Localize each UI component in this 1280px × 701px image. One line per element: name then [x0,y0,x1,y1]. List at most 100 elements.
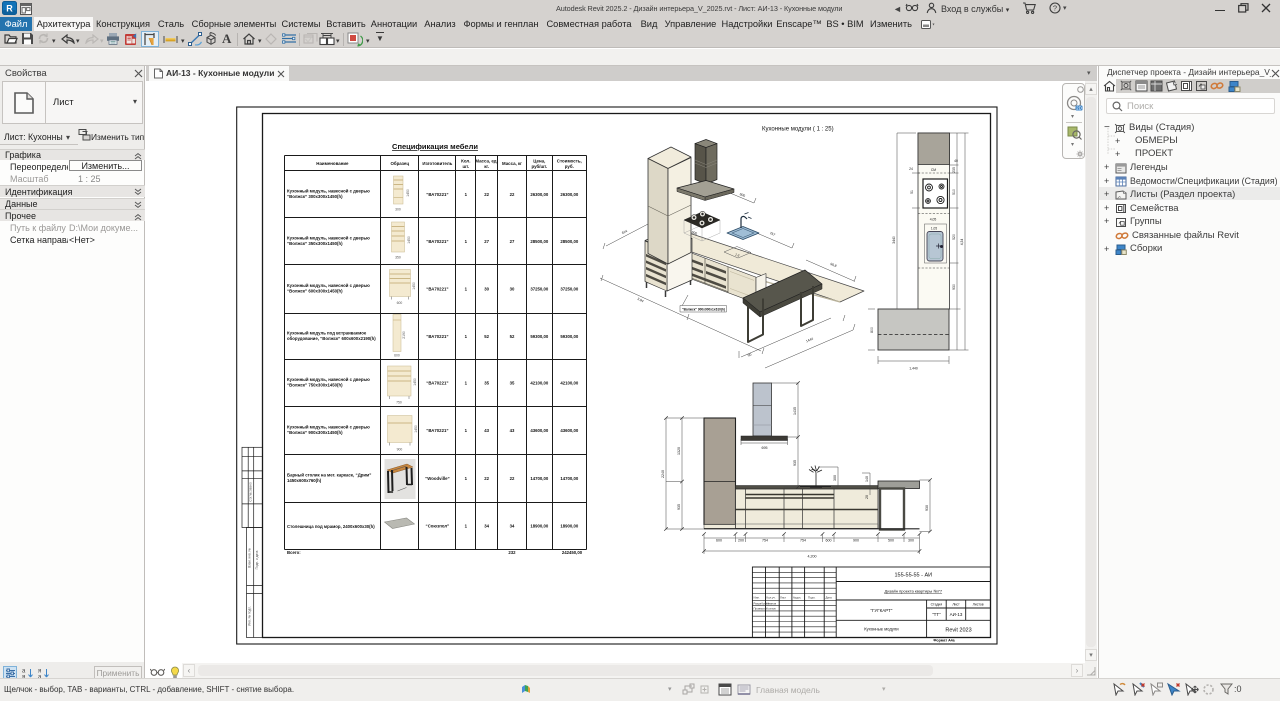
svg-text:24: 24 [909,167,913,171]
svg-text:Подп.: Подп. [808,596,816,600]
svg-text:2190: 2190 [402,331,406,339]
svg-text:Козлов: Козлов [767,607,777,611]
svg-text:232: 232 [508,550,516,555]
svg-text:600: 600 [716,539,722,543]
svg-text:шт.: шт. [462,164,469,169]
svg-text:?: ? [1053,4,1057,13]
svg-text:35: 35 [510,381,515,386]
svg-text:34: 34 [510,524,515,529]
svg-text:750: 750 [396,401,402,405]
svg-text:Кухонный модуль, навесной с дв: Кухонный модуль, навесной с дверью [287,377,370,382]
svg-text:Спецификация мебели: Спецификация мебели [392,142,478,151]
svg-text:“ВА70221”: “ВА70221” [426,334,448,339]
svg-text:руб.: руб. [565,164,574,169]
svg-text:900: 900 [397,448,403,452]
svg-text:1450: 1450 [406,189,410,197]
svg-text:37250,00: 37250,00 [560,287,579,292]
svg-text:“ВА70221”: “ВА70221” [426,239,448,244]
svg-text:28500,00: 28500,00 [530,239,549,244]
svg-text:“Волжск” 300х300х1450(h): “Волжск” 300х300х1450(h) [287,194,343,199]
svg-text:“Волжск” 750х300х1450(h): “Волжск” 750х300х1450(h) [287,383,343,388]
svg-text:37250,00: 37250,00 [530,287,549,292]
svg-text:1450: 1450 [412,282,416,290]
svg-text:40: 40 [954,159,958,163]
svg-text:Подп. и дата: Подп. и дата [255,550,259,569]
svg-text:Кол.: Кол. [461,159,470,164]
svg-text:“ВА70221”: “ВА70221” [426,287,448,292]
svg-text:1,440: 1,440 [909,367,918,371]
svg-text:“ГУГКАРТ”: “ГУГКАРТ” [870,608,892,613]
svg-text:Кухонный модуль, навесной с дв: Кухонный модуль, навесной с дверью [287,283,370,288]
svg-text:600: 600 [397,301,403,305]
svg-text:22: 22 [484,476,489,481]
svg-text:43: 43 [510,428,515,433]
svg-text:350: 350 [395,256,401,260]
svg-text:Образец: Образец [391,161,410,166]
svg-text:“ТТ”: “ТТ” [932,612,941,617]
svg-text:№док.: №док. [793,596,801,600]
svg-text:Кухонный модуль, навесной с дв: Кухонный модуль, навесной с дверью [287,425,370,430]
svg-text:34: 34 [484,524,489,529]
svg-text:Дата: Дата [826,596,833,600]
svg-text:3440: 3440 [892,236,896,244]
svg-text:кг.: кг. [484,164,489,169]
svg-text:300: 300 [395,208,401,212]
svg-text:Лист: Лист [780,596,787,600]
svg-text:оборудование, “Волжск” 600х60: оборудование, “Волжск” 600х600х2190(h) [287,336,376,341]
svg-text:Барный столик на мет. каркасе,: Барный столик на мет. каркасе, “Дрим” [287,473,371,478]
svg-text:935: 935 [793,460,797,466]
svg-text:754: 754 [800,539,806,543]
svg-text:140: 140 [865,476,869,482]
svg-text:520: 520 [952,234,956,240]
svg-text:Взам. инв. №: Взам. инв. № [248,548,252,568]
svg-text:“ВА70221”: “ВА70221” [426,428,448,433]
svg-text:52: 52 [484,334,489,339]
svg-text:43600,00: 43600,00 [530,428,549,433]
svg-text:500: 500 [888,539,894,543]
svg-text:28500,00: 28500,00 [560,239,579,244]
svg-text:935: 935 [677,504,681,510]
svg-text:Кухонные модули ( 1 : 25): Кухонные модули ( 1 : 25) [762,127,834,133]
svg-text:“Союзпол”: “Союзпол” [426,524,450,529]
svg-text:754: 754 [762,539,768,543]
svg-text:52: 52 [510,334,515,339]
svg-text:1450: 1450 [414,425,418,433]
svg-text:1320: 1320 [677,447,681,455]
svg-text:Листов: Листов [973,603,984,607]
svg-text:1450х600х760(h): 1450х600х760(h) [287,478,322,483]
svg-text:59300,00: 59300,00 [530,334,549,339]
svg-text:Кол.уч.: Кол.уч. [767,596,776,600]
svg-text:20: 20 [865,495,869,499]
svg-text:Цена,: Цена, [533,159,545,164]
svg-text:“Волжск” 600х300х1450(h): “Волжск” 600х300х1450(h) [287,289,343,294]
svg-text:27: 27 [510,239,515,244]
svg-text:Кухонный модуль под встраиваем: Кухонный модуль под встраиваемое [287,331,367,336]
svg-text:СМ: СМ [931,168,936,172]
svg-text:30: 30 [510,287,515,292]
svg-text:АИ-13: АИ-13 [950,612,963,617]
svg-text:22: 22 [510,476,515,481]
svg-text:1450: 1450 [413,378,417,386]
svg-text:930: 930 [952,284,956,290]
svg-text:Изготовитель: Изготовитель [422,161,452,166]
svg-text:4,05: 4,05 [930,218,937,222]
svg-text:43600,00: 43600,00 [560,428,579,433]
svg-text:51: 51 [910,190,914,194]
svg-text:600: 600 [826,539,832,543]
svg-text:18900,00: 18900,00 [560,524,579,529]
svg-text:Кухонный модуль, навесной с дв: Кухонный модуль, навесной с дверью [287,236,370,241]
svg-text:800: 800 [870,327,874,333]
svg-text:27: 27 [484,239,489,244]
svg-text:Лист: Лист [952,603,960,607]
svg-text:4,34: 4,34 [960,239,964,246]
svg-text:14700,00: 14700,00 [530,476,549,481]
svg-text:“Волжск” 350х300х1450(h): “Волжск” 350х300х1450(h) [287,241,343,246]
svg-text:“Волжск” 900х900х1х610(h): “Волжск” 900х900х1х610(h) [682,307,725,311]
svg-text:“Волжск” 900х300х1450(h): “Волжск” 900х300х1450(h) [287,430,343,435]
svg-text:Изм.: Изм. [754,596,760,600]
svg-text:59300,00: 59300,00 [560,334,579,339]
svg-text:R: R [6,4,13,14]
svg-text:35: 35 [484,381,489,386]
svg-text:1,05: 1,05 [931,227,937,231]
svg-text:Revit 2023: Revit 2023 [945,628,971,634]
